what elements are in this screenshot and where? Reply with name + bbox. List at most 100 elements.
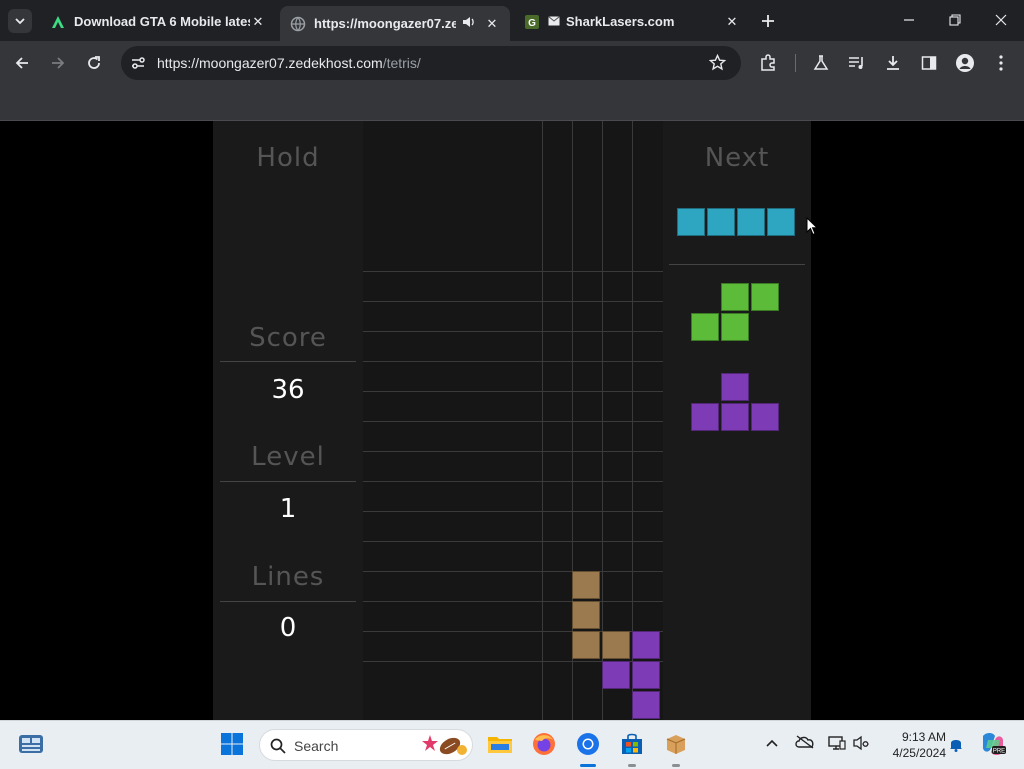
- bookmark-star-icon[interactable]: [708, 53, 727, 76]
- restore-icon: [949, 14, 961, 26]
- tetromino-block-t: [632, 661, 660, 689]
- tab-strip: Download GTA 6 Mobile latest ✕ https://m…: [0, 0, 1024, 41]
- clock-date: 4/25/2024: [892, 746, 946, 760]
- reload-button[interactable]: [81, 50, 107, 76]
- copilot-icon[interactable]: PRE: [980, 732, 1006, 759]
- clock[interactable]: 9:13 AM 4/25/2024: [882, 729, 946, 761]
- url-text[interactable]: https://moongazer07.zedekhost.com/tetris…: [157, 55, 421, 71]
- tab-gta[interactable]: Download GTA 6 Mobile latest ✕: [40, 6, 276, 37]
- firefox-icon[interactable]: [531, 731, 557, 757]
- browser-toolbar: https://moongazer07.zedekhost.com/tetris…: [0, 41, 1024, 85]
- url-host: https://moongazer07.zedekhost.com: [157, 55, 383, 71]
- svg-text:G: G: [528, 18, 536, 29]
- forward-button[interactable]: [45, 50, 71, 76]
- arrow-left-icon: [15, 57, 28, 69]
- microsoft-store-icon[interactable]: [619, 731, 645, 757]
- svg-text:PRE: PRE: [993, 749, 1005, 755]
- tetromino-block-l: [572, 571, 600, 599]
- grid-line: [363, 421, 663, 422]
- close-icon[interactable]: ✕: [724, 14, 740, 30]
- downloads-button[interactable]: [880, 50, 906, 76]
- next-piece-block-t: [691, 403, 719, 431]
- search-icon: [270, 738, 286, 754]
- next-label: Next: [704, 143, 770, 173]
- mouse-cursor-icon: [806, 217, 818, 236]
- close-icon[interactable]: ✕: [250, 14, 266, 30]
- tetris-page: Hold Score 36 Level 1 Lines 0 Next: [0, 121, 1024, 720]
- site-settings-icon[interactable]: [130, 55, 146, 76]
- tetromino-block-t: [632, 631, 660, 659]
- media-control-button[interactable]: [844, 50, 870, 76]
- minimize-icon: [904, 19, 914, 21]
- side-panel-icon: [921, 56, 937, 70]
- profile-button[interactable]: [952, 50, 978, 76]
- taskbar: Search 9:13 AM 4/25/2024 PRE: [0, 720, 1024, 769]
- side-panel-button[interactable]: [916, 50, 942, 76]
- grid-line: [363, 511, 663, 512]
- grid-line: [363, 301, 663, 302]
- next-piece-block-t: [751, 403, 779, 431]
- puzzle-icon: [761, 54, 775, 71]
- running-app-indicator: [628, 764, 636, 767]
- divider: [220, 361, 356, 362]
- back-button[interactable]: [9, 50, 35, 76]
- next-piece-block-i: [677, 208, 705, 236]
- search-highlight-icon: [422, 735, 467, 755]
- restore-button[interactable]: [932, 0, 978, 40]
- close-icon: [995, 14, 1007, 26]
- start-button[interactable]: [219, 731, 245, 757]
- close-window-button[interactable]: [978, 0, 1024, 40]
- arrow-right-icon: [52, 57, 65, 69]
- next-piece-block-i: [767, 208, 795, 236]
- grid-line: [363, 331, 663, 332]
- package-app-icon[interactable]: [663, 731, 689, 757]
- tab-tetris[interactable]: https://moongazer07.zedekhost.com/tetris…: [280, 6, 510, 41]
- taskbar-search[interactable]: Search: [259, 729, 473, 761]
- chrome-icon[interactable]: [575, 731, 601, 757]
- onedrive-offline-icon[interactable]: [795, 735, 815, 752]
- url-path: /tetris/: [382, 55, 421, 71]
- notification-bell-icon[interactable]: [949, 736, 963, 755]
- speaker-icon[interactable]: [462, 15, 478, 32]
- next-piece-block-t: [721, 373, 749, 401]
- apk-icon: [50, 14, 66, 30]
- grid-line: [363, 601, 663, 602]
- next-piece-block-s: [721, 313, 749, 341]
- minimize-button[interactable]: [886, 0, 932, 40]
- grid-line: [363, 541, 663, 542]
- extensions-button[interactable]: [755, 50, 781, 76]
- widgets-icon[interactable]: [18, 731, 44, 757]
- tetromino-block-l: [572, 601, 600, 629]
- tab-title: Download GTA 6 Mobile latest: [74, 14, 250, 29]
- menu-button[interactable]: [988, 50, 1014, 76]
- divider: [669, 264, 805, 265]
- tray-overflow-button[interactable]: [765, 736, 779, 751]
- grid-line: [363, 271, 663, 272]
- grid-line: [363, 391, 663, 392]
- mail-icon: G: [524, 14, 540, 30]
- next-piece-block-t: [721, 403, 749, 431]
- reload-icon: [88, 56, 100, 69]
- grid-line: [363, 361, 663, 362]
- tetromino-block-l: [602, 631, 630, 659]
- globe-icon: [290, 16, 306, 32]
- tab-search-button[interactable]: [8, 9, 32, 33]
- address-bar[interactable]: https://moongazer07.zedekhost.com/tetris…: [121, 46, 741, 80]
- tab-sharklasers[interactable]: G SharkLasers.com ✕: [514, 6, 750, 37]
- flask-icon: [813, 55, 829, 70]
- labs-button[interactable]: [808, 50, 834, 76]
- next-piece-block-s: [691, 313, 719, 341]
- next-piece-block-s: [721, 283, 749, 311]
- level-label: Level: [251, 442, 325, 472]
- new-tab-button[interactable]: [756, 9, 780, 33]
- volume-muted-icon[interactable]: [853, 735, 871, 754]
- game-board[interactable]: [363, 121, 663, 720]
- file-explorer-icon[interactable]: [487, 731, 513, 757]
- envelope-icon: [548, 14, 560, 29]
- close-icon[interactable]: ✕: [484, 16, 500, 32]
- download-icon: [887, 56, 899, 70]
- chevron-down-icon: [15, 18, 25, 25]
- score-value: 36: [271, 375, 305, 405]
- display-icon[interactable]: [828, 735, 846, 754]
- windows-logo-icon: [221, 733, 243, 755]
